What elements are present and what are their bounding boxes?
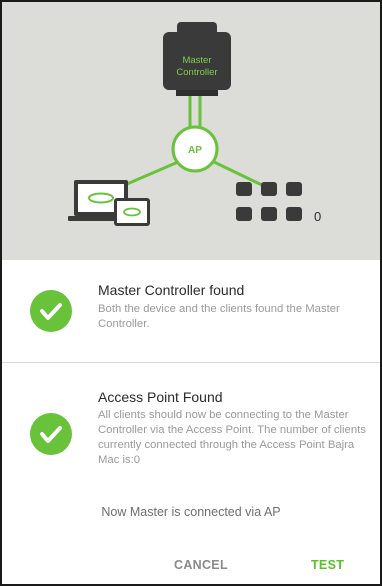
network-diagram: Master Controller AP 0 (2, 2, 380, 260)
ap-node: AP (171, 125, 219, 173)
master-controller-device: Master Controller (163, 22, 231, 96)
item-title: Master Controller found (98, 282, 245, 298)
controller-label-line2: Controller (176, 67, 217, 78)
controller-label-line1: Master (182, 55, 211, 66)
check-circle-icon (30, 413, 72, 455)
item-description: All clients should now be connecting to … (98, 409, 366, 466)
controller-ap-link (188, 96, 202, 130)
client-count: 0 (314, 209, 321, 224)
ap-laptop-link (119, 160, 179, 189)
item-title: Access Point Found (98, 389, 223, 405)
ap-label: AP (188, 145, 202, 156)
check-circle-icon (30, 290, 72, 332)
access-point-found-item: Access Point Found All clients should no… (2, 362, 380, 498)
test-button[interactable]: TEST (311, 558, 344, 572)
dialog: Master Controller AP 0 Master Controller… (0, 0, 382, 586)
item-description: Both the device and the clients found th… (98, 303, 340, 330)
clients-grid-icon (236, 182, 302, 221)
connection-status-text: Now Master is connected via AP (101, 505, 281, 519)
cancel-button[interactable]: CANCEL (174, 558, 228, 572)
tablet-icon (114, 198, 150, 226)
network-diagram-svg: Master Controller AP 0 (68, 22, 321, 226)
master-controller-found-item: Master Controller found Both the device … (2, 260, 380, 362)
